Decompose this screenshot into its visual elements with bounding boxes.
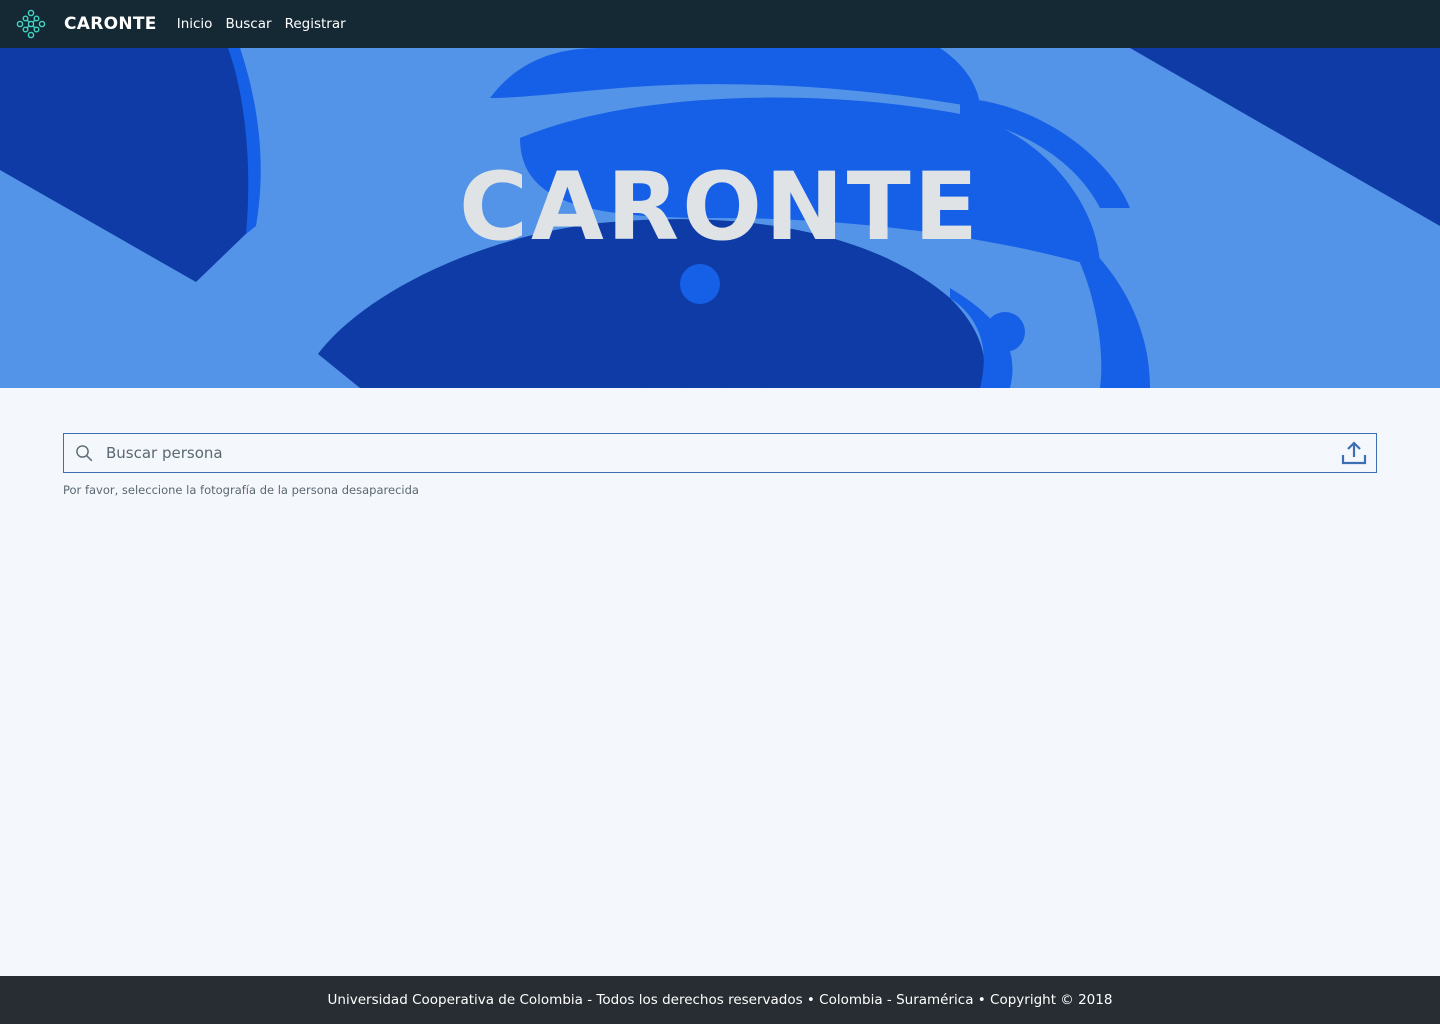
search-helper-text: Por favor, seleccione la fotografía de l… <box>63 483 419 497</box>
nav-buscar[interactable]: Buscar <box>225 16 271 32</box>
upload-icon <box>1341 441 1367 465</box>
molecule-network-icon[interactable] <box>16 9 46 39</box>
nav-registrar[interactable]: Registrar <box>285 16 346 32</box>
upload-photo-button[interactable] <box>1332 434 1376 472</box>
search-input[interactable] <box>93 434 1332 472</box>
footer-copyright: Universidad Cooperativa de Colombia - To… <box>327 992 1113 1008</box>
top-navbar: CARONTE Inicio Buscar Registrar <box>0 0 1440 48</box>
hero-banner: CARONTE <box>0 48 1440 388</box>
footer: Universidad Cooperativa de Colombia - To… <box>0 976 1440 1024</box>
main-nav: Inicio Buscar Registrar <box>177 16 359 32</box>
nav-inicio[interactable]: Inicio <box>177 16 213 32</box>
brand-link[interactable]: CARONTE <box>64 14 157 34</box>
hero-title: CARONTE <box>458 153 982 262</box>
search-field <box>63 433 1377 473</box>
search-icon <box>76 445 93 462</box>
